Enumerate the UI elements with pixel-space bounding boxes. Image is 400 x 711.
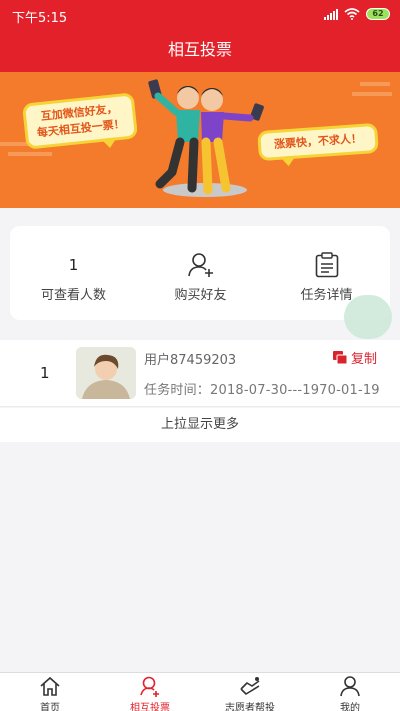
vote-icon (140, 676, 159, 697)
load-more-hint: 上拉显示更多 (0, 408, 400, 442)
tab-mutual-vote-label: 相互投票 (130, 703, 170, 711)
system-icons: 62 (324, 8, 390, 20)
stat-viewable-count: 1 可查看人数 (10, 226, 137, 320)
task-row: 1 用户87459203 任务时间：2018-07-30---1970-01-1… (0, 340, 400, 407)
floating-action-button[interactable] (344, 295, 392, 339)
buy-friends-label: 购买好友 (174, 288, 227, 303)
buy-friends-button[interactable]: 购买好友 (137, 226, 264, 320)
tab-home-label: 首页 (40, 703, 60, 711)
tab-volunteer-label: 志愿者帮投 (225, 703, 275, 711)
viewable-count-value: 1 (68, 256, 79, 274)
bottom-tab-bar: 首页 相互投票 志愿者帮投 我的 (0, 672, 400, 711)
clipboard-icon (315, 252, 338, 278)
wifi-icon (344, 8, 360, 20)
tab-volunteer[interactable]: 志愿者帮投 (200, 673, 300, 711)
signal-icon (324, 8, 338, 20)
status-bar: 下午5:15 62 (0, 0, 400, 32)
tab-mine[interactable]: 我的 (300, 673, 400, 711)
tab-mine-label: 我的 (340, 703, 360, 711)
status-time: 下午5:15 (12, 11, 68, 26)
task-username: 用户87459203 (144, 353, 237, 368)
copy-button[interactable]: 复制 (333, 348, 377, 367)
title-bar: 相互投票 (0, 32, 400, 72)
page-title: 相互投票 (167, 40, 232, 59)
banner-bubble-right-text: 涨票快，不求人！ (273, 131, 363, 152)
tab-mutual-vote[interactable]: 相互投票 (100, 673, 200, 711)
viewable-count-label: 可查看人数 (40, 288, 106, 303)
stats-card: 1 可查看人数 购买好友 任务详情 (10, 226, 390, 320)
copy-button-label: 复制 (351, 352, 378, 367)
people-illustration (148, 79, 264, 195)
home-icon (40, 676, 60, 696)
task-time: 任务时间：2018-07-30---1970-01-19 (144, 383, 380, 398)
add-user-icon (187, 253, 213, 277)
copy-icon (333, 350, 348, 364)
user-avatar (76, 347, 136, 399)
battery-icon: 62 (366, 8, 390, 20)
task-index: 1 (40, 364, 50, 382)
promo-banner: 互加微信好友， 每天相互投一票！ 涨票快，不求人！ (0, 72, 400, 208)
tab-home[interactable]: 首页 (0, 673, 100, 711)
volunteer-icon (240, 677, 260, 695)
profile-icon (340, 676, 360, 697)
